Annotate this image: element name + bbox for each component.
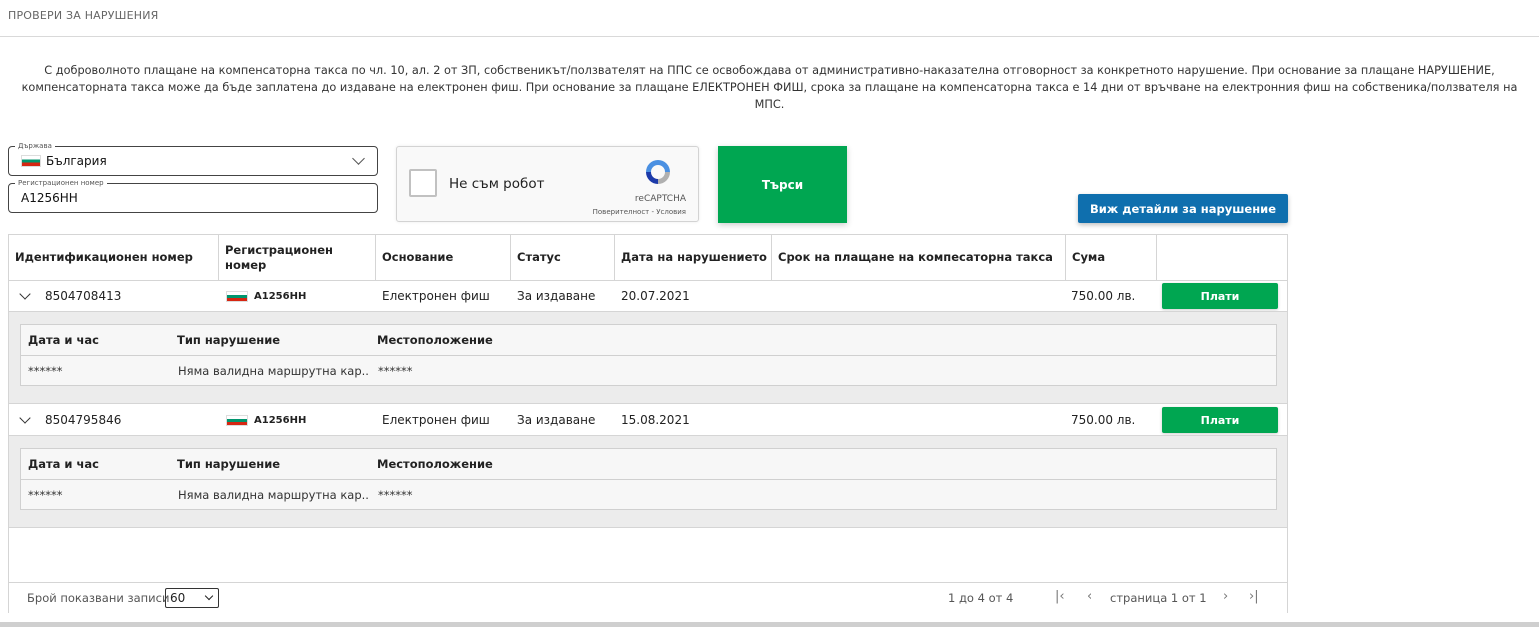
row-status: За издаване [517,289,596,303]
column-header-amount[interactable]: Сума [1066,235,1157,280]
column-header-date[interactable]: Дата на нарушението [615,235,772,280]
detail-header-datetime: Дата и час [28,333,99,347]
row-detail-panel: Дата и час Тип нарушение Местоположение … [9,435,1287,528]
column-header-deadline[interactable]: Срок на плащане на компесаторна такса [772,235,1066,280]
row-status: За издаване [517,413,596,427]
column-header-id[interactable]: Идентификационен номер [9,235,219,280]
bulgaria-flag-icon [226,414,248,426]
page-size-select[interactable]: 60 [165,588,219,608]
page-size-label: Брой показвани записи [27,591,170,605]
table-header: Идентификационен номер Регистрационен но… [9,235,1287,281]
table-footer: Брой показвани записи 60 1 до 4 от 4 |‹ … [9,582,1287,613]
page-size-value: 60 [170,591,186,605]
last-page-icon[interactable]: ›| [1249,589,1259,604]
compensation-notice: С доброволното плащане на компенсаторна … [0,62,1539,113]
recaptcha-checkbox[interactable] [409,169,437,197]
chevron-down-icon [204,591,214,601]
table-row: 8504708413 A1256HH Електронен фиш За изд… [9,281,1287,311]
row-id: 8504795846 [45,413,122,427]
detail-location: ****** [378,364,413,378]
previous-page-icon[interactable]: ‹ [1087,589,1092,604]
detail-table: Дата и час Тип нарушение Местоположение … [20,324,1277,386]
view-violation-details-button[interactable]: Виж детайли за нарушение [1078,194,1288,223]
registration-number-value[interactable]: A1256HH [21,191,78,205]
row-detail-panel: Дата и час Тип нарушение Местоположение … [9,311,1287,404]
records-summary: 1 до 4 от 4 [948,591,1014,605]
notice-line-2: компенсаторната такса може да бъде запла… [21,81,1518,111]
chevron-down-icon[interactable] [19,288,31,300]
page-title: ПРОВЕРИ ЗА НАРУШЕНИЯ [8,9,159,22]
detail-header-location: Местоположение [377,457,493,471]
recaptcha-widget: Не съм робот reCAPTCHA Поверителност - У… [396,146,699,222]
column-header-actions [1157,235,1287,280]
detail-datetime: ****** [28,364,63,378]
detail-type: Няма валидна маршрутна кар... [178,364,368,378]
detail-header-type: Тип нарушение [177,333,281,347]
row-basis: Електронен фиш [382,413,490,427]
row-basis: Електронен фиш [382,289,490,303]
column-header-registration[interactable]: Регистрационен номер [219,235,376,280]
registration-number-input[interactable]: Регистрационен номер A1256HH [8,178,378,213]
recaptcha-logo-icon [646,160,670,184]
registration-number-label: Регистрационен номер [15,178,107,188]
bulgaria-flag-icon [226,290,248,302]
row-plate-value: A1256HH [254,414,307,426]
table-row: 8504795846 A1256HH Електронен фиш За изд… [9,405,1287,435]
next-page-icon[interactable]: › [1223,589,1228,604]
row-date: 15.08.2021 [621,413,690,427]
detail-header-type: Тип нарушение [177,457,281,471]
country-label: Държава [15,141,55,151]
detail-header-location: Местоположение [377,333,493,347]
detail-table: Дата и час Тип нарушение Местоположение … [20,448,1277,510]
page-info: страница 1 от 1 [1110,591,1207,605]
first-page-icon[interactable]: |‹ [1055,589,1065,604]
detail-location: ****** [378,488,413,502]
pay-button[interactable]: Плати [1162,283,1278,309]
violations-table: Идентификационен номер Регистрационен но… [8,234,1288,613]
row-id: 8504708413 [45,289,122,303]
country-value: България [46,154,107,168]
pay-button[interactable]: Плати [1162,407,1278,433]
country-select[interactable]: Държава България [8,141,378,176]
horizontal-scrollbar[interactable] [0,622,1539,627]
row-amount: 750.00 лв. [1071,413,1136,427]
recaptcha-label: Не съм робот [449,176,545,192]
row-plate: A1256HH [226,281,306,311]
row-plate-value: A1256HH [254,290,307,302]
row-amount: 750.00 лв. [1071,289,1136,303]
row-plate: A1256HH [226,405,306,435]
row-date: 20.07.2021 [621,289,690,303]
search-button[interactable]: Търси [718,146,847,223]
column-header-status[interactable]: Статус [511,235,615,280]
recaptcha-brand: reCAPTCHA [634,194,686,204]
recaptcha-terms[interactable]: Поверителност - Условия [593,208,686,216]
bulgaria-flag-icon [21,155,41,167]
detail-header-datetime: Дата и час [28,457,99,471]
notice-line-1: С доброволното плащане на компенсаторна … [44,64,1495,77]
detail-type: Няма валидна маршрутна кар... [178,488,368,502]
chevron-down-icon[interactable] [19,412,31,424]
page-header: ПРОВЕРИ ЗА НАРУШЕНИЯ [0,0,1539,37]
chevron-down-icon[interactable] [352,152,365,165]
column-header-basis[interactable]: Основание [376,235,511,280]
detail-datetime: ****** [28,488,63,502]
